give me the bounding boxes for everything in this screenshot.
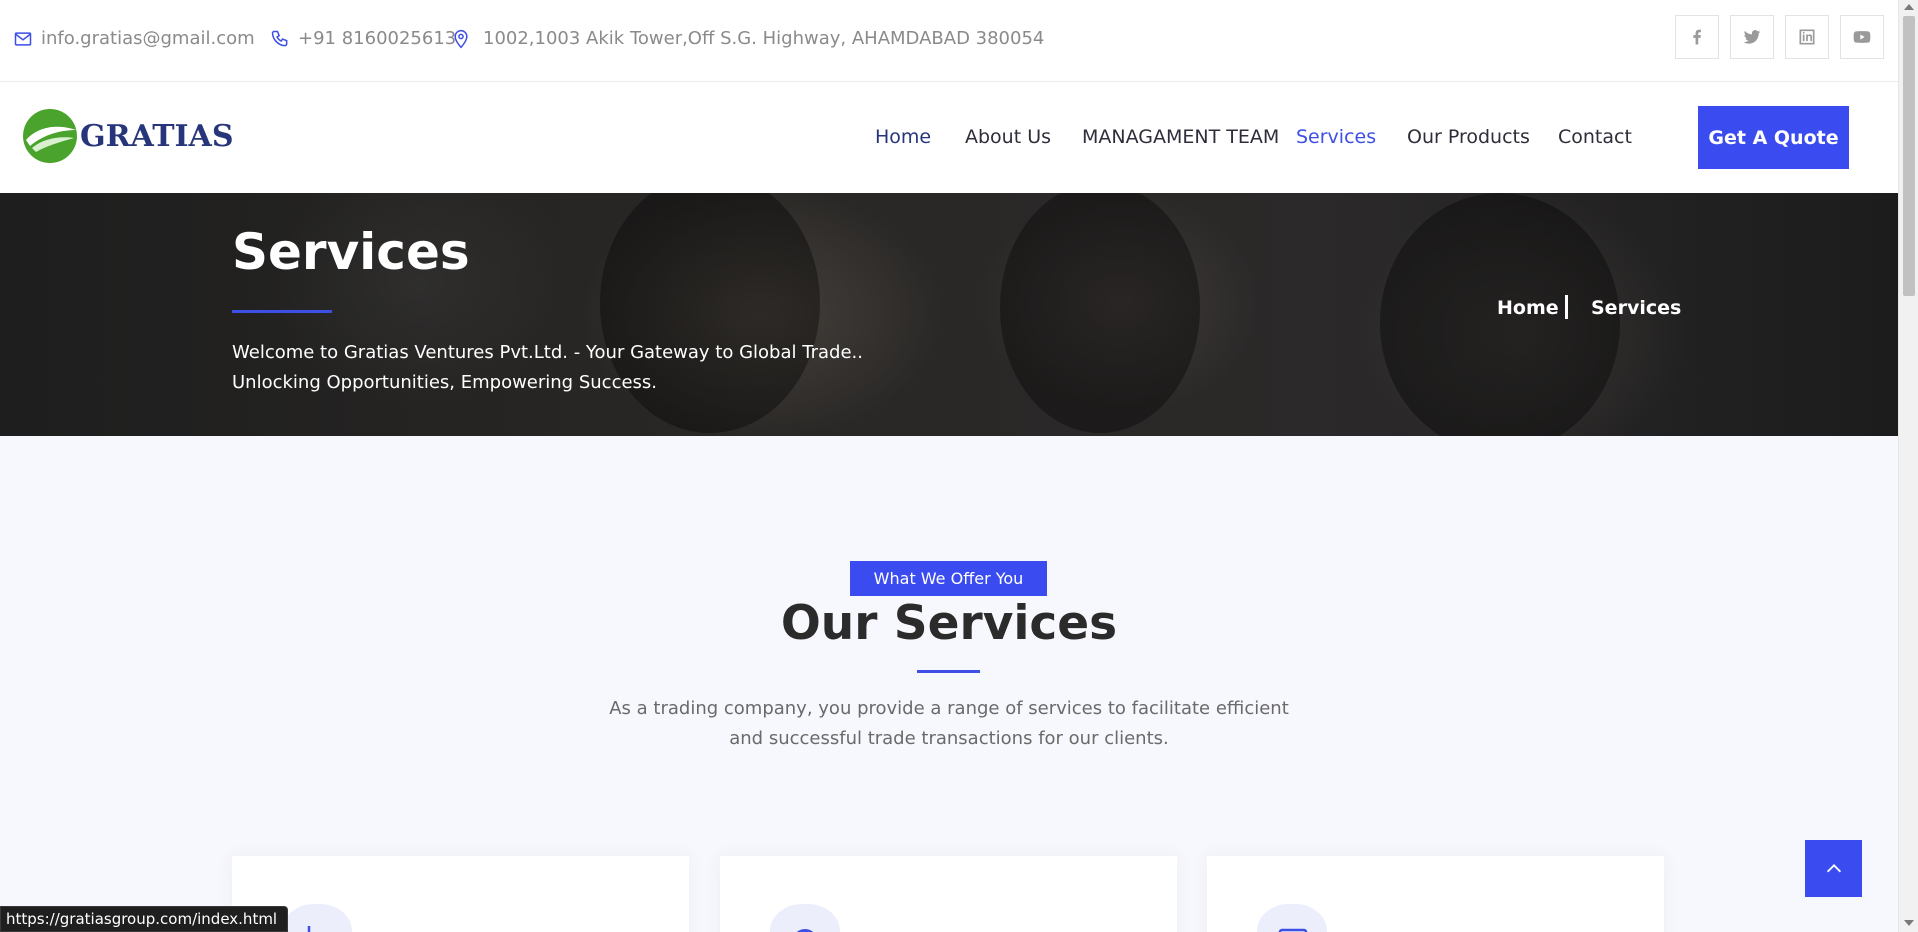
breadcrumb-current: Services	[1591, 297, 1682, 319]
mail-icon	[14, 31, 32, 46]
page-scrollbar[interactable]	[1898, 0, 1918, 932]
scroll-down-arrow-icon[interactable]	[1904, 920, 1914, 926]
hero-background-figure	[1000, 193, 1200, 433]
nav-about-us[interactable]: About Us	[965, 126, 1051, 148]
service-image-icon	[1278, 928, 1308, 932]
hero-background-figure	[600, 193, 820, 433]
facebook-link[interactable]	[1675, 15, 1719, 59]
hero-subtitle-line-1: Welcome to Gratias Ventures Pvt.Ltd. - Y…	[232, 342, 863, 363]
section-description-line-2: and successful trade transactions for ou…	[729, 728, 1169, 749]
back-to-top-button[interactable]	[1805, 840, 1862, 897]
service-globe-icon	[796, 929, 814, 932]
get-a-quote-button[interactable]: Get A Quote	[1698, 106, 1849, 169]
phone-icon	[271, 30, 288, 46]
logo[interactable]: GRATIAS	[22, 108, 234, 164]
email-contact[interactable]: info.gratias@gmail.com	[13, 28, 255, 49]
nav-management-team[interactable]: MANAGAMENT TEAM	[1082, 126, 1279, 148]
top-bar: info.gratias@gmail.com +91 8160025613 10…	[0, 0, 1898, 82]
scroll-up-arrow-icon[interactable]	[1904, 4, 1914, 10]
section-title-underline	[917, 670, 980, 673]
page-hero-banner: Services Welcome to Gratias Ventures Pvt…	[0, 193, 1898, 436]
email-text: info.gratias@gmail.com	[41, 28, 255, 49]
twitter-link[interactable]	[1730, 15, 1774, 59]
nav-contact[interactable]: Contact	[1558, 126, 1632, 148]
service-card[interactable]	[720, 856, 1177, 932]
address-text: 1002,1003 Akik Tower,Off S.G. Highway, A…	[483, 28, 1045, 49]
page-title: Services	[232, 223, 470, 281]
nav-our-products[interactable]: Our Products	[1407, 126, 1530, 148]
linkedin-link[interactable]	[1785, 15, 1829, 59]
hero-subtitle-line-2: Unlocking Opportunities, Empowering Succ…	[232, 372, 658, 393]
leaf-logo-icon	[23, 109, 77, 163]
service-card[interactable]	[232, 856, 689, 932]
phone-text: +91 8160025613	[298, 28, 457, 49]
location-pin-icon	[454, 29, 468, 48]
scrollbar-thumb[interactable]	[1903, 16, 1915, 296]
title-underline	[232, 310, 332, 313]
phone-contact[interactable]: +91 8160025613	[270, 28, 456, 49]
logo-text: GRATIAS	[80, 118, 234, 154]
youtube-link[interactable]	[1840, 15, 1884, 59]
nav-services[interactable]: Services	[1296, 126, 1376, 148]
address-contact: 1002,1003 Akik Tower,Off S.G. Highway, A…	[451, 28, 1044, 49]
section-description-line-1: As a trading company, you provide a rang…	[609, 698, 1289, 719]
linkedin-icon	[1799, 29, 1815, 45]
twitter-icon	[1743, 30, 1761, 44]
section-tagline: What We Offer You	[850, 561, 1047, 596]
service-card[interactable]	[1207, 856, 1664, 932]
nav-home[interactable]: Home	[875, 126, 931, 148]
chevron-up-icon	[1826, 863, 1841, 872]
breadcrumb-separator	[1565, 295, 1568, 319]
breadcrumb-home[interactable]: Home	[1497, 297, 1559, 319]
facebook-icon	[1693, 29, 1701, 45]
service-chart-icon	[307, 926, 311, 932]
section-title: Our Services	[780, 596, 1118, 651]
youtube-icon	[1853, 31, 1871, 43]
main-header: GRATIAS Home About Us MANAGAMENT TEAM Se…	[0, 82, 1898, 193]
browser-status-bar: https://gratiasgroup.com/index.html	[0, 906, 289, 932]
